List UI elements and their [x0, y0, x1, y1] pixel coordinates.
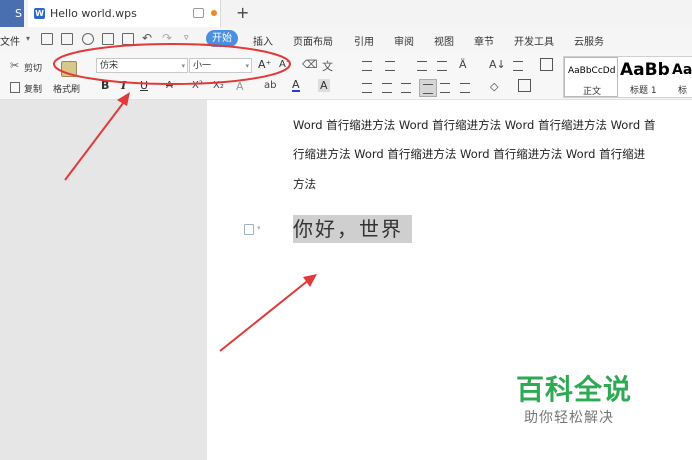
annotation-layer: [53, 43, 317, 352]
highlight-ellipse: [53, 43, 291, 85]
annotation-arrow-2: [219, 278, 311, 352]
arrowhead-2: [303, 274, 317, 287]
annotation-arrow-1: [64, 97, 128, 181]
